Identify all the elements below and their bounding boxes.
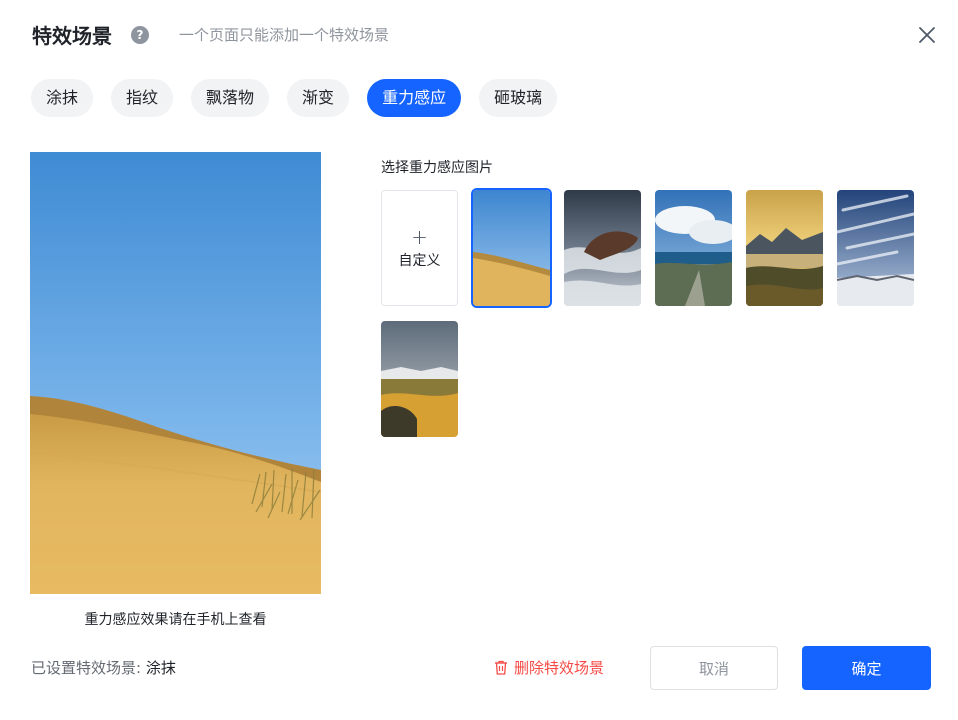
current-effect-status: 已设置特效场景: 涂抹 [31, 657, 176, 678]
status-label: 已设置特效场景: [31, 659, 142, 677]
tab-falling-objects[interactable]: 飘落物 [191, 79, 270, 117]
tab-gravity-sensing[interactable]: 重力感应 [367, 79, 462, 117]
delete-effect-button[interactable]: 删除特效场景 [494, 657, 604, 678]
thumb-snowy-sky-streaks[interactable] [837, 190, 914, 306]
preview-caption: 重力感应效果请在手机上查看 [84, 612, 267, 628]
thumb-coastal-clouds[interactable] [655, 190, 732, 306]
tab-break-glass[interactable]: 砸玻璃 [479, 79, 558, 117]
confirm-button[interactable]: 确定 [802, 646, 931, 690]
gravity-preview-image [30, 152, 321, 594]
custom-image-button[interactable]: + 自定义 [381, 190, 458, 306]
status-value: 涂抹 [145, 659, 176, 677]
effect-tabs: 涂抹 指纹 飘落物 渐变 重力感应 砸玻璃 [31, 79, 575, 117]
trash-icon [495, 660, 507, 675]
question-circle-icon[interactable]: ? [131, 26, 149, 44]
thumb-golden-mountain-lake[interactable] [746, 190, 823, 306]
tab-gradient[interactable]: 渐变 [287, 79, 350, 117]
thumb-autumn-plateau[interactable] [381, 321, 458, 437]
gallery-label: 选择重力感应图片 [381, 160, 493, 176]
dialog-title: 特效场景 [32, 24, 112, 48]
dialog-subtitle: 一个页面只能添加一个特效场景 [179, 26, 390, 44]
thumb-desert-dunes[interactable] [473, 190, 550, 306]
close-icon[interactable] [914, 22, 940, 48]
tab-smear[interactable]: 涂抹 [31, 79, 94, 117]
plus-icon: + [411, 224, 428, 249]
thumb-misty-rock[interactable] [564, 190, 641, 306]
custom-label: 自定义 [398, 252, 441, 269]
tab-fingerprint[interactable]: 指纹 [111, 79, 174, 117]
delete-label: 删除特效场景 [514, 659, 605, 677]
cancel-button[interactable]: 取消 [650, 646, 778, 690]
